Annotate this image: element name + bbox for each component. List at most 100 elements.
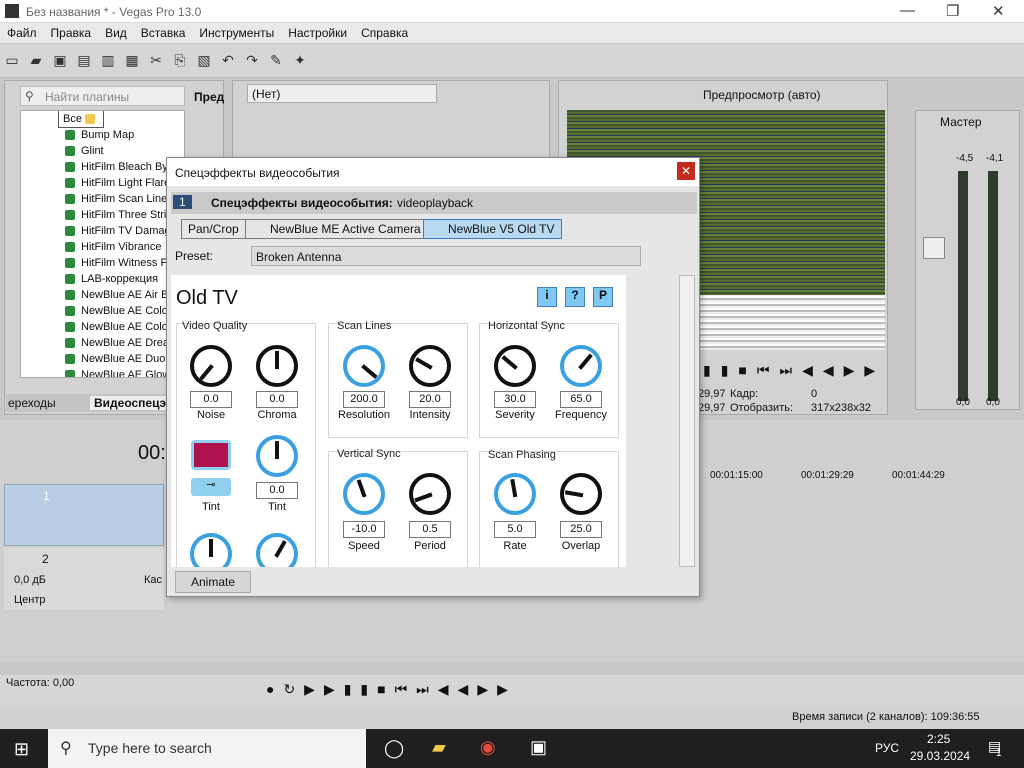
- menu-file[interactable]: Файл: [7, 23, 37, 43]
- taskbar-search-input[interactable]: Type here to search: [88, 740, 212, 756]
- open-icon[interactable]: ▰: [26, 50, 46, 70]
- copy-icon[interactable]: ⎘: [170, 50, 190, 70]
- list-item[interactable]: NewBlue AE DuoC: [21, 351, 184, 367]
- period-value[interactable]: 0.5: [409, 521, 451, 538]
- render-icon[interactable]: ▥: [98, 50, 118, 70]
- preview-transport[interactable]: ▮▮■⏮⏭◀◀▶▶: [703, 362, 885, 379]
- menu-help[interactable]: Справка: [361, 23, 408, 43]
- vegas-icon[interactable]: ▣: [530, 737, 547, 758]
- severity-value[interactable]: 30.0: [494, 391, 536, 408]
- transport-buttons[interactable]: ●↻▶▶▮▮■⏮⏭◀◀▶▶: [266, 681, 517, 698]
- period-knob[interactable]: [409, 473, 451, 515]
- list-item[interactable]: NewBlue AE Color: [21, 319, 184, 335]
- speed-knob[interactable]: [343, 473, 385, 515]
- save-as-icon[interactable]: ▤: [74, 50, 94, 70]
- task-view-icon[interactable]: ◯: [384, 738, 404, 759]
- save-icon[interactable]: ▣: [50, 50, 70, 70]
- taskbar-search[interactable]: ⚲ Type here to search: [48, 729, 366, 768]
- close-icon[interactable]: ✕: [992, 2, 1005, 20]
- chrome-icon[interactable]: ◉: [480, 737, 496, 758]
- intensity-value[interactable]: 20.0: [409, 391, 451, 408]
- plugin-search[interactable]: ⚲ Найти плагины: [20, 86, 185, 106]
- frequency-value[interactable]: 65.0: [560, 391, 602, 408]
- info-button[interactable]: i: [537, 287, 557, 307]
- redo-icon[interactable]: ↷: [242, 50, 262, 70]
- menu-edit[interactable]: Правка: [51, 23, 92, 43]
- list-item[interactable]: Glint: [21, 143, 184, 159]
- plugin-search-input[interactable]: Найти плагины: [45, 90, 129, 104]
- noise-knob[interactable]: [190, 345, 232, 387]
- fx-chain-header: 1 Спецэффекты видеособытия: videoplaybac…: [171, 192, 697, 214]
- chroma-value[interactable]: 0.0: [256, 391, 298, 408]
- preview-mode[interactable]: Предпросмотр (авто): [703, 88, 821, 102]
- audio-track-header[interactable]: 2 0,0 дБ Центр Кас: [4, 548, 164, 610]
- animate-button[interactable]: Animate: [175, 571, 251, 593]
- close-icon[interactable]: ✕: [677, 162, 695, 180]
- list-item[interactable]: NewBlue AE Color: [21, 303, 184, 319]
- menu-insert[interactable]: Вставка: [141, 23, 186, 43]
- plugin-list: Все Bump Map Glint HitFilm Bleach Byp Hi…: [20, 110, 185, 378]
- windows-start-icon[interactable]: ⊞: [14, 739, 29, 760]
- plugin-scrollbar[interactable]: [679, 275, 695, 567]
- overlap-value[interactable]: 25.0: [560, 521, 602, 538]
- chain-number: 1: [173, 195, 192, 209]
- menu-settings[interactable]: Настройки: [288, 23, 347, 43]
- tint-value[interactable]: 0.0: [256, 482, 298, 499]
- list-item[interactable]: NewBlue AE Dream: [21, 335, 184, 351]
- language-indicator[interactable]: РУС: [875, 741, 899, 755]
- list-item[interactable]: HitFilm Vibrance: [21, 239, 184, 255]
- eyedropper-icon[interactable]: ⊸: [191, 478, 231, 496]
- presets-button[interactable]: P: [593, 287, 613, 307]
- preview-tab-label[interactable]: Пред: [194, 90, 224, 104]
- tab-transitions[interactable]: ереходы: [8, 396, 56, 410]
- help-button[interactable]: ?: [565, 287, 585, 307]
- list-item[interactable]: HitFilm Witness Pr: [21, 255, 184, 271]
- list-item[interactable]: NewBlue AE Air Br: [21, 287, 184, 303]
- knob[interactable]: [190, 533, 232, 567]
- minimize-icon[interactable]: —: [900, 2, 915, 19]
- resolution-value[interactable]: 200.0: [343, 391, 385, 408]
- wand-icon[interactable]: ✦: [290, 50, 310, 70]
- undo-icon[interactable]: ↶: [218, 50, 238, 70]
- properties-icon[interactable]: ▦: [122, 50, 142, 70]
- list-item[interactable]: Bump Map: [21, 127, 184, 143]
- knob[interactable]: [256, 533, 298, 567]
- video-track-header[interactable]: 1: [4, 484, 164, 546]
- list-item[interactable]: HitFilm TV Damage: [21, 223, 184, 239]
- cut-icon[interactable]: ✂: [146, 50, 166, 70]
- list-item[interactable]: HitFilm Light Flare: [21, 175, 184, 191]
- transitions-combo[interactable]: (Нет): [247, 84, 437, 103]
- menu-view[interactable]: Вид: [105, 23, 127, 43]
- clock-date[interactable]: 29.03.2024: [910, 749, 970, 763]
- clock-time[interactable]: 2:25: [927, 732, 950, 746]
- tab-pan-crop[interactable]: Pan/Crop: [181, 219, 246, 239]
- tint-knob[interactable]: [256, 435, 298, 477]
- paste-icon[interactable]: ▧: [194, 50, 214, 70]
- chroma-knob[interactable]: [256, 345, 298, 387]
- new-project-icon[interactable]: ▭: [2, 50, 22, 70]
- rate-value[interactable]: 5.0: [494, 521, 536, 538]
- file-explorer-icon[interactable]: ▰: [432, 737, 446, 758]
- resolution-knob[interactable]: [343, 345, 385, 387]
- list-item[interactable]: HitFilm Three Strip: [21, 207, 184, 223]
- intensity-knob[interactable]: [409, 345, 451, 387]
- rate-knob[interactable]: [494, 473, 536, 515]
- frequency-knob[interactable]: [560, 345, 602, 387]
- tab-old-tv[interactable]: NewBlue V5 Old TV: [423, 219, 562, 239]
- noise-value[interactable]: 0.0: [190, 391, 232, 408]
- maximize-icon[interactable]: ❐: [946, 2, 959, 20]
- speed-value[interactable]: -10.0: [343, 521, 385, 538]
- menu-tools[interactable]: Инструменты: [199, 23, 274, 43]
- master-fader[interactable]: [923, 237, 945, 259]
- list-item[interactable]: HitFilm Bleach Byp: [21, 159, 184, 175]
- severity-knob[interactable]: [494, 345, 536, 387]
- list-item[interactable]: NewBlue AE Glow: [21, 367, 184, 377]
- tint-color-swatch[interactable]: [191, 440, 231, 470]
- tab-active-camera[interactable]: NewBlue ME Active Camera: [245, 219, 428, 239]
- list-item[interactable]: HitFilm Scan Lines: [21, 191, 184, 207]
- brush-icon[interactable]: ✎: [266, 50, 286, 70]
- list-item[interactable]: Все: [58, 111, 104, 128]
- preset-combo[interactable]: Broken Antenna: [251, 246, 641, 266]
- overlap-knob[interactable]: [560, 473, 602, 515]
- list-item[interactable]: LAB-коррекция: [21, 271, 184, 287]
